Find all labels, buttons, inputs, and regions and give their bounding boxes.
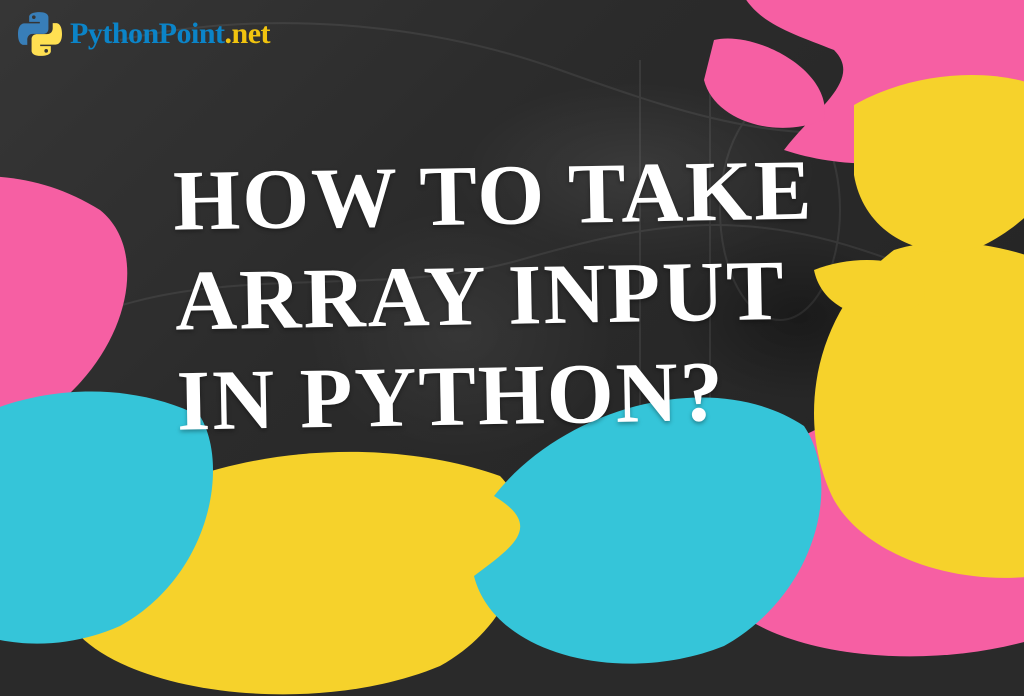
brand-name-main: PythonPoint [70,17,225,50]
headline-line-1: HOW TO TAKE [172,141,814,248]
site-logo: PythonPoint.net [18,12,270,56]
python-logo-icon [18,12,62,56]
brand-name-tld: .net [225,17,271,50]
headline-line-2: ARRAY INPUT [174,242,786,349]
headline-line-3: IN PYTHON? [176,343,726,449]
page-title: HOW TO TAKE ARRAY INPUT IN PYTHON? [172,139,817,450]
brand-wordmark: PythonPoint.net [70,17,270,51]
